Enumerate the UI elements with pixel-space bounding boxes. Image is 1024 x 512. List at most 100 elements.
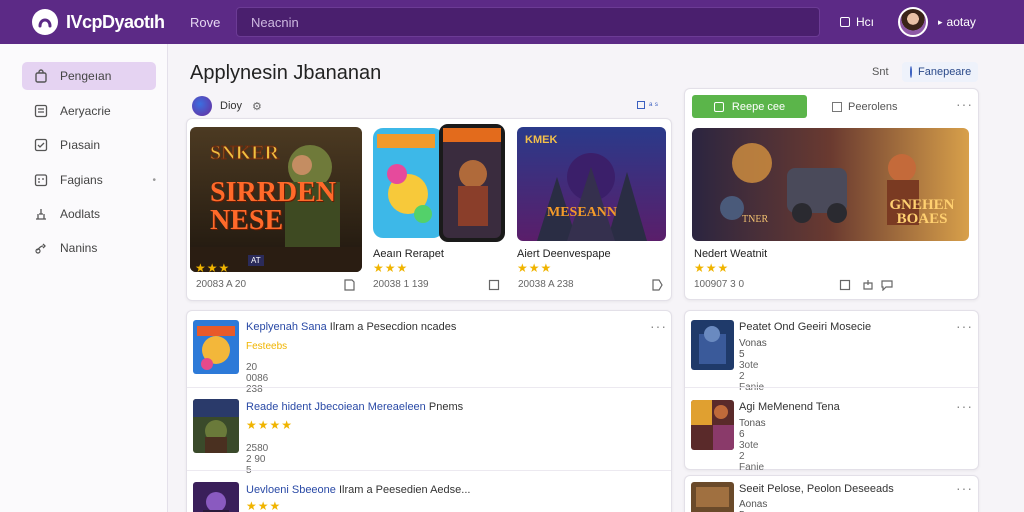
more-options-icon[interactable]: ···: [956, 398, 973, 414]
sidebar-item-label: Fagians: [60, 173, 103, 187]
featured-right-name[interactable]: Nedert Weatnit: [694, 248, 767, 260]
gear-icon[interactable]: ⚙: [252, 100, 262, 113]
search-input[interactable]: Neacnin: [236, 7, 820, 37]
list-item-title: Peatet Ond Geeiri Mosecie: [739, 321, 872, 333]
list-item-sub: Festeebs: [246, 341, 288, 352]
user-menu[interactable]: ▸ aotay: [938, 15, 976, 29]
list-divider: [685, 387, 978, 388]
sidebar-item-label: Pengeıan: [60, 69, 112, 83]
comment-icon[interactable]: [881, 279, 893, 292]
bookmark-icon[interactable]: [343, 279, 355, 291]
more-options-icon[interactable]: ···: [956, 318, 973, 334]
sort-control[interactable]: Snt: [872, 62, 889, 82]
list-item-thumbnail: [691, 400, 734, 450]
list-item-title: Agi MeMenend Tena: [739, 401, 840, 413]
bookmark-icon[interactable]: [488, 279, 500, 291]
game-3-rating: ★★★: [517, 261, 553, 275]
sidebar: Pengeıan Aeryacrie Pıasain Fagians • Aod…: [0, 44, 168, 512]
tile-3-top-text: KMEK: [525, 134, 557, 146]
page-title: Applynesin Jbananan: [190, 62, 382, 84]
bag-icon: [34, 69, 48, 83]
check-icon: [34, 138, 48, 152]
game-2-meta: 20038 1 139: [373, 279, 429, 290]
view-toggle-label: ᵃ ˢ: [649, 100, 658, 110]
list-divider: [187, 387, 671, 388]
logo-text: IVcpDyaotıh: [66, 11, 165, 32]
tab-active-button[interactable]: Reepe cee: [692, 95, 807, 118]
share-icon[interactable]: [862, 279, 874, 291]
featured-right-rating: ★★★: [694, 261, 730, 275]
more-options-icon[interactable]: ···: [650, 318, 667, 334]
list-item-sub: Vonas 5: [739, 338, 767, 360]
game-3-meta: 20038 A 238: [518, 279, 574, 290]
sidebar-item-label: Pıasain: [60, 138, 101, 152]
tile-3-title-art: MESEANN: [547, 205, 618, 220]
right-panel-tabs: Reepe cee Peerolens: [692, 95, 898, 118]
top-control-button[interactable]: Hcı: [840, 15, 874, 29]
sidebar-item-6[interactable]: Nanins: [22, 234, 156, 262]
tab-other[interactable]: Peerolens: [832, 101, 898, 113]
game-3-name[interactable]: Aiert Deenvespape: [517, 248, 611, 260]
list-item-title: Seeit Pelose, Peolon Deseeads: [739, 483, 894, 495]
list-item-meta: 2580 2 90 5: [246, 443, 269, 476]
avatar[interactable]: [898, 7, 928, 37]
more-options-icon[interactable]: ···: [956, 480, 973, 496]
game-tile-2[interactable]: [373, 124, 505, 244]
view-toggle[interactable]: ᵃ ˢ: [637, 100, 658, 110]
grid-icon: [637, 101, 645, 109]
game-2-rating: ★★★: [373, 261, 409, 275]
game-1-meta: 20083 A 20: [196, 279, 247, 290]
list-item-meta: 3ote 2 Fanie: [739, 440, 765, 473]
featured-right-meta: 100907 3 0: [694, 279, 745, 290]
sidebar-item-5[interactable]: Aodlats: [22, 200, 156, 228]
square-icon: [713, 101, 724, 112]
sidebar-item-3[interactable]: Pıasain: [22, 131, 156, 159]
section-subheader: Dioy ⚙: [192, 96, 262, 116]
sort-label: Snt: [872, 66, 889, 78]
list-item-meta: 20 0086 238: [246, 362, 269, 395]
top-control-label: Hcı: [856, 15, 874, 29]
featured-right-title-art: GNEHEN BOAES: [889, 197, 955, 227]
list-item-title: Reade hident Jbecoiean Mereaeleen Pnems: [246, 401, 464, 413]
checkbox-icon: [840, 17, 850, 27]
more-options-icon[interactable]: ···: [956, 96, 973, 112]
logo-icon: [32, 9, 58, 35]
sidebar-item-label: Nanins: [60, 241, 98, 255]
list-icon: [34, 104, 48, 118]
play-icon[interactable]: [651, 279, 663, 291]
game-tile-featured-right[interactable]: GNEHEN BOAES TNER: [692, 128, 969, 241]
user-label: aotay: [946, 15, 976, 29]
list-divider: [187, 470, 671, 471]
bookmark-icon[interactable]: [839, 279, 851, 291]
tab-other-label: Peerolens: [848, 100, 898, 113]
tab-active-label: Reepe cee: [731, 100, 786, 113]
top-bar: IVcpDyaotıh Rove Neacnin Hcı ▸ aotay: [0, 0, 1024, 44]
tile-1-badge: AT: [248, 255, 264, 266]
filter-label: Fanepeare: [918, 66, 972, 78]
game-tile-1[interactable]: SNKER SIRRDEN NESE AT: [190, 127, 362, 272]
list-item-thumbnail: [691, 482, 734, 512]
sidebar-item-label: Aeryacrie: [60, 104, 111, 118]
list-item-thumbnail: [193, 320, 239, 374]
app-logo[interactable]: IVcpDyaotıh: [32, 9, 172, 35]
sidebar-item-2[interactable]: Aeryacrie: [22, 97, 156, 125]
game-2-name[interactable]: Aeaın Rerapet: [373, 248, 444, 260]
game-tile-3[interactable]: KMEK MESEANN: [517, 127, 666, 241]
featured-right-subtitle-art: TNER: [742, 214, 769, 225]
section-label[interactable]: Dioy: [220, 100, 242, 112]
sidebar-item-label: Aodlats: [60, 207, 101, 221]
filter-button[interactable]: Fanepeare: [902, 62, 978, 82]
list-item-thumbnail: [193, 482, 239, 512]
game-1-rating: ★★★: [195, 261, 231, 275]
list-item-sub: Aonas 5: [739, 499, 768, 512]
list-item-thumbnail: [691, 320, 734, 370]
sidebar-item-4[interactable]: Fagians •: [22, 166, 156, 194]
link-icon: [34, 241, 48, 255]
tile-1-title-art: SIRRDEN NESE: [210, 177, 337, 236]
list-item-meta: 3ote 2 Fanie: [739, 360, 764, 393]
sidebar-item-1[interactable]: Pengeıan: [22, 62, 156, 90]
nav-home-link[interactable]: Rove: [190, 15, 236, 30]
calendar-icon: [34, 173, 48, 187]
list-item-sub: Tonas 6: [739, 418, 766, 440]
category-badge-icon: [192, 96, 212, 116]
